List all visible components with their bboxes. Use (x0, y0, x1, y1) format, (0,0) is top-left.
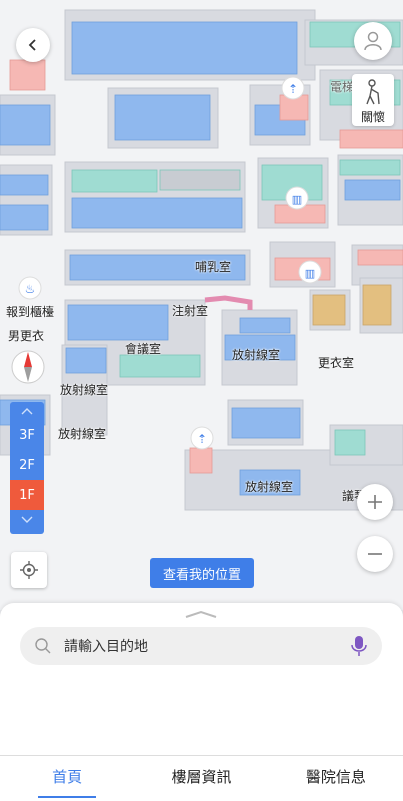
elevator-marker-1[interactable]: ▥ (285, 186, 309, 210)
registration-marker[interactable]: ♨ (18, 276, 42, 300)
svg-text:▥: ▥ (292, 193, 302, 206)
destination-search-input[interactable] (62, 627, 336, 667)
svg-text:▥: ▥ (305, 267, 315, 280)
zoom-out-button[interactable] (357, 536, 393, 572)
room-label-meeting: 會議室 (125, 342, 162, 356)
floor-3f[interactable]: 3F (10, 420, 44, 450)
room-label-radiology-3: 放射線室 (58, 427, 107, 441)
bottom-tab-bar: 首頁 樓層資訊 醫院信息 (0, 755, 403, 801)
room-label-injection: 注射室 (172, 304, 209, 318)
room-label-radiology-4: 放射線室 (245, 480, 294, 494)
tab-hospital-info[interactable]: 醫院信息 (269, 756, 403, 801)
my-location-button[interactable]: 查看我的位置 (150, 558, 254, 588)
floor-up-button[interactable] (10, 402, 44, 420)
room-label-elevator: 電梯 (330, 80, 355, 94)
floor-selector: 3F 2F 1F (10, 402, 44, 534)
search-bar (20, 627, 382, 667)
room-label-locker: 更衣室 (318, 356, 355, 370)
compass-icon[interactable] (11, 350, 45, 384)
svg-text:♨: ♨ (25, 282, 36, 296)
room-label-nursing: 哺乳室 (195, 260, 232, 274)
locate-button[interactable] (11, 552, 47, 588)
crosshair-icon (20, 561, 38, 579)
chevron-down-icon (21, 516, 33, 523)
care-mode-label: 關懷 (360, 110, 385, 124)
escalator-marker-2[interactable]: ⇡ (190, 426, 214, 450)
back-button[interactable] (16, 28, 50, 62)
microphone-icon[interactable] (350, 635, 368, 657)
escalator-marker-1[interactable]: ⇡ (281, 76, 305, 100)
svg-text:⇡: ⇡ (197, 432, 207, 446)
room-label-radiology-2: 放射線室 (60, 383, 109, 397)
care-mode-button[interactable]: 關懷 (352, 74, 394, 126)
floor-2f[interactable]: 2F (10, 450, 44, 480)
tab-floor-info[interactable]: 樓層資訊 (134, 756, 268, 801)
tab-home[interactable]: 首頁 (0, 756, 134, 801)
minus-icon (368, 553, 382, 555)
profile-button[interactable] (354, 22, 392, 60)
search-icon (35, 638, 51, 654)
chevron-left-icon (28, 39, 36, 51)
chevron-up-icon (21, 408, 33, 415)
room-label-mens-locker: 男更衣 (8, 329, 45, 343)
floor-1f[interactable]: 1F (10, 480, 44, 510)
elderly-person-icon (366, 79, 380, 105)
plus-icon (368, 495, 382, 509)
elevator-marker-2[interactable]: ▥ (298, 260, 322, 284)
floor-down-button[interactable] (10, 510, 44, 528)
sheet-handle-icon[interactable] (184, 609, 218, 619)
user-icon (364, 31, 382, 51)
svg-text:⇡: ⇡ (288, 82, 298, 96)
room-label-registration: 報到櫃檯 (6, 305, 55, 319)
room-label-radiology-1: 放射線室 (232, 348, 281, 362)
zoom-in-button[interactable] (357, 484, 393, 520)
